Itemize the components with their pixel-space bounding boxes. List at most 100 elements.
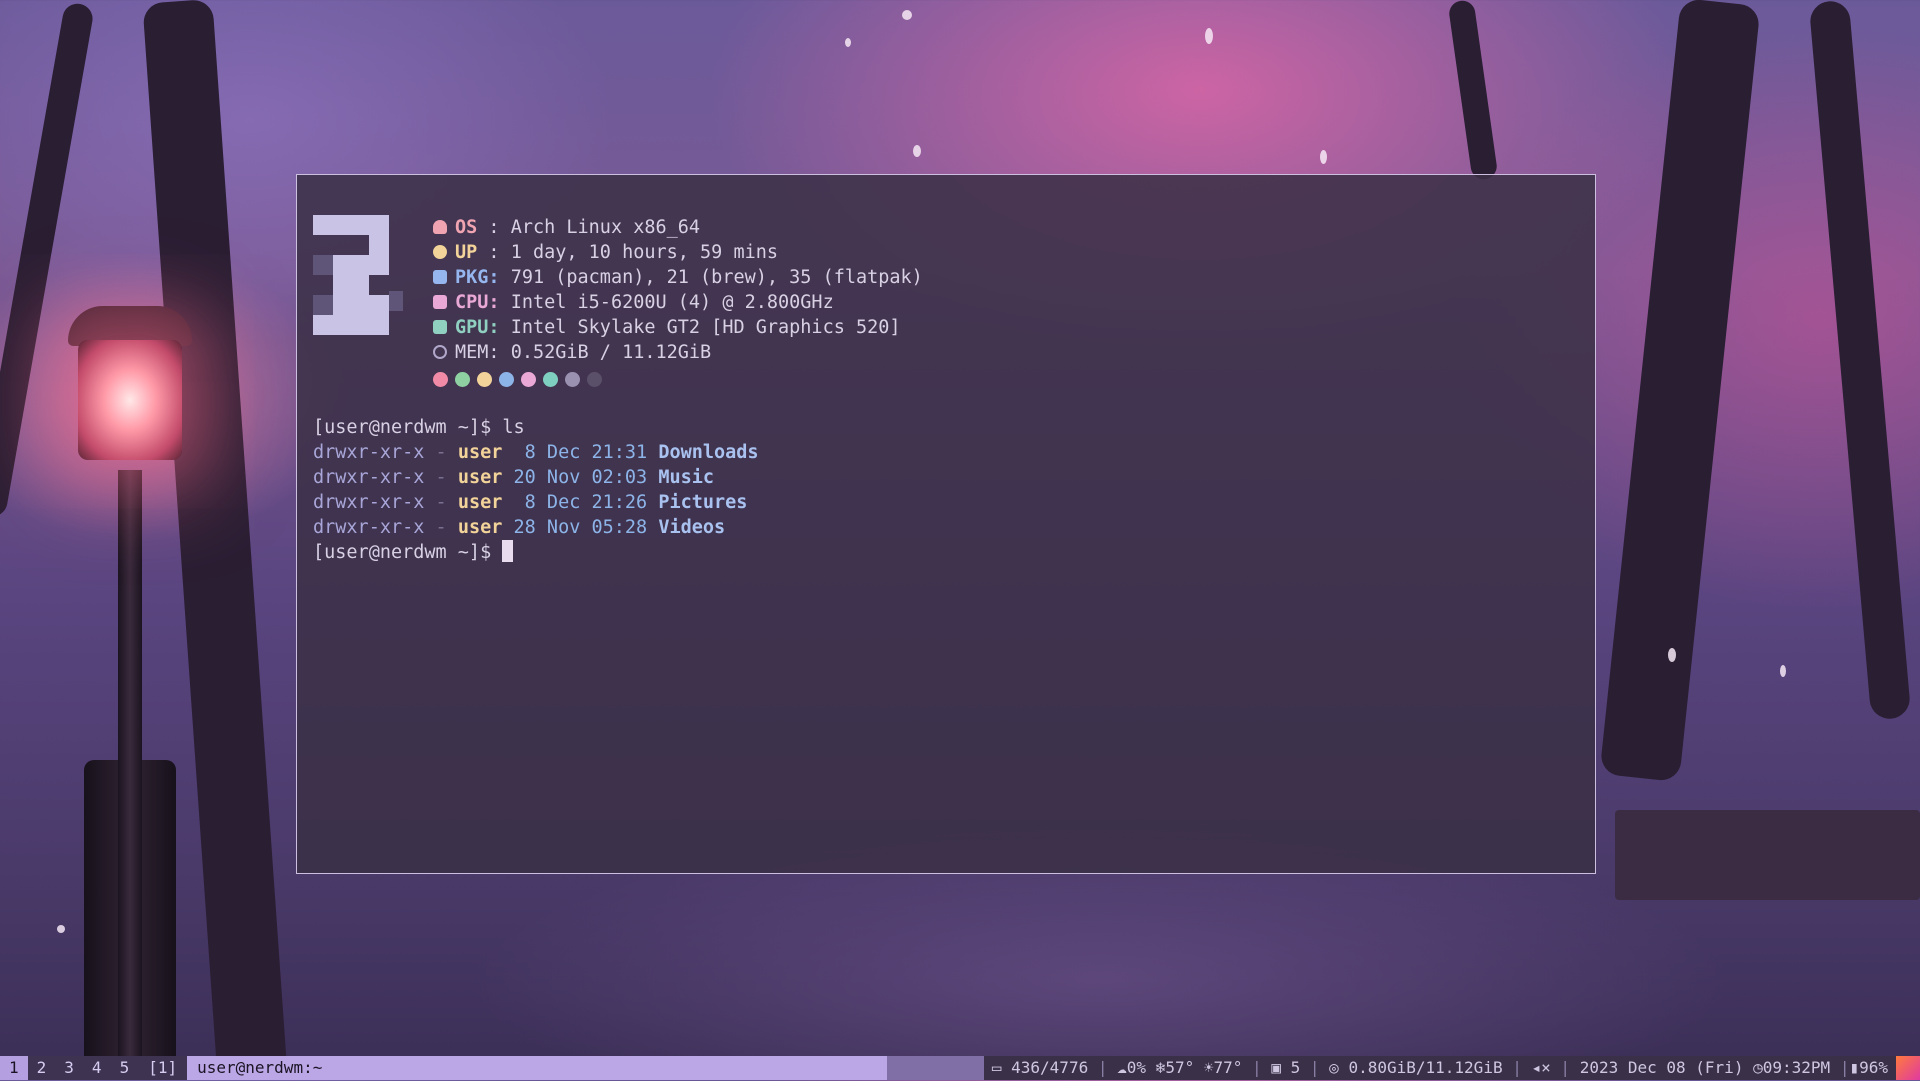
- volume-muted-icon[interactable]: ◂×: [1532, 1058, 1551, 1077]
- tree-trunk-right: [1599, 0, 1761, 783]
- ls-owner: user: [457, 492, 503, 513]
- ls-perm: drwxr-xr-x: [313, 467, 425, 488]
- ls-row: drwxr-xr-x - user 8 Dec 21:31 Downloads: [313, 440, 759, 465]
- date: 2023 Dec 08 (Fri): [1579, 1058, 1744, 1077]
- update-count: 5: [1290, 1058, 1301, 1077]
- info-uptime: UP : 1 day, 10 hours, 59 mins: [433, 240, 923, 265]
- snowflake: [57, 925, 65, 933]
- tree-trunk-right-2: [1808, 0, 1912, 721]
- ls-sep: -: [435, 517, 447, 538]
- info-mem: MEM: 0.52GiB / 11.12GiB: [433, 340, 923, 365]
- arch-icon: [433, 220, 447, 234]
- info-cpu-value: Intel i5-6200U (4) @ 2.800GHz: [510, 292, 834, 313]
- ls-perm: drwxr-xr-x: [313, 517, 425, 538]
- info-os: OS : Arch Linux x86_64: [433, 215, 923, 240]
- info-mem-value: 0.52GiB / 11.12GiB: [510, 342, 712, 363]
- battery-icon: ▮: [1849, 1058, 1860, 1077]
- snowflake: [913, 145, 921, 157]
- monitor-icon: ▭: [991, 1058, 1002, 1077]
- package-icon: [433, 270, 447, 284]
- prompt-line[interactable]: [user@nerdwm ~]$: [313, 540, 759, 565]
- snowflake: [1205, 28, 1213, 44]
- info-os-key: OS: [455, 217, 478, 238]
- memory-usage: 0.80GiB/11.12GiB: [1348, 1058, 1503, 1077]
- status-modules: ▭ 436/4776 | ☁0% ❄57° ☀77° | ▣ 5 | ◎ 0.8…: [983, 1056, 1896, 1080]
- distro-logo: [313, 215, 403, 355]
- ls-perm: drwxr-xr-x: [313, 492, 425, 513]
- ls-row: drwxr-xr-x - user 28 Nov 05:28 Videos: [313, 515, 759, 540]
- gpu-icon: [433, 320, 447, 334]
- workspace-3[interactable]: 3: [55, 1056, 83, 1080]
- command-line: [user@nerdwm ~]$ ls: [313, 415, 759, 440]
- info-pkg: PKG: 791 (pacman), 21 (brew), 35 (flatpa…: [433, 265, 923, 290]
- clock-icon: [433, 245, 447, 259]
- info-gpu-key: GPU:: [455, 317, 500, 338]
- status-bar: 1 2 3 4 5 [1] user@nerdwm:~ ▭ 436/4776 |…: [0, 1056, 1920, 1080]
- package-icon: ▣: [1271, 1058, 1281, 1077]
- swatch: [477, 372, 492, 387]
- cloud-icon: ☁: [1117, 1058, 1127, 1077]
- info-mem-key: MEM:: [455, 342, 500, 363]
- snowflake: [845, 38, 851, 47]
- prompt: [user@nerdwm ~]$: [313, 542, 503, 563]
- color-swatches: [433, 369, 923, 391]
- ls-row: drwxr-xr-x - user 8 Dec 21:26 Pictures: [313, 490, 759, 515]
- ls-date: 20 Nov 02:03: [513, 467, 648, 488]
- ls-date: 28 Nov 05:28: [513, 517, 648, 538]
- swatch: [433, 372, 448, 387]
- system-info: OS : Arch Linux x86_64 UP : 1 day, 10 ho…: [433, 215, 923, 391]
- swatch: [521, 372, 536, 387]
- workspace-4[interactable]: 4: [82, 1056, 111, 1080]
- temp-high: 77°: [1213, 1058, 1243, 1077]
- swatch: [565, 372, 580, 387]
- swatch: [587, 372, 602, 387]
- tree-trunk-top: [1447, 0, 1499, 181]
- ls-sep: -: [435, 467, 447, 488]
- info-gpu-value: Intel Skylake GT2 [HD Graphics 520]: [510, 317, 901, 338]
- workspace-1[interactable]: 1: [0, 1056, 28, 1080]
- info-cpu: CPU: Intel i5-6200U (4) @ 2.800GHz: [433, 290, 923, 315]
- prompt: [user@nerdwm ~]$: [313, 417, 503, 438]
- lamp-post: [118, 470, 142, 1070]
- cpu-icon: [433, 295, 447, 309]
- text-cursor: [502, 540, 514, 562]
- sun-icon: ☀: [1203, 1058, 1214, 1077]
- swatch: [543, 372, 558, 387]
- info-gpu: GPU: Intel Skylake GT2 [HD Graphics 520]: [433, 315, 923, 340]
- snowflake: [1780, 665, 1786, 677]
- memory-icon: ◎: [1329, 1058, 1339, 1077]
- battery-level: 96%: [1859, 1058, 1888, 1077]
- ls-name: Pictures: [658, 492, 748, 513]
- ls-date: 8 Dec 21:31: [513, 442, 648, 463]
- workspace-list: 1 2 3 4 5 [1]: [0, 1056, 188, 1080]
- ls-owner: user: [457, 442, 503, 463]
- info-up-value: 1 day, 10 hours, 59 mins: [510, 242, 779, 263]
- layout-indicator[interactable]: [1]: [138, 1056, 188, 1080]
- ls-name: Music: [658, 467, 715, 488]
- railing-right: [1615, 810, 1920, 900]
- ls-sep: -: [435, 492, 447, 513]
- snowflake: [902, 10, 912, 20]
- brand-icon[interactable]: [1896, 1056, 1920, 1080]
- info-up-key: UP: [455, 242, 478, 263]
- swatch: [455, 372, 470, 387]
- ls-perm: drwxr-xr-x: [313, 442, 425, 463]
- snowflake-icon: ❄: [1155, 1058, 1166, 1077]
- time: 09:32PM: [1762, 1058, 1831, 1077]
- ls-owner: user: [457, 517, 503, 538]
- ls-row: drwxr-xr-x - user 20 Nov 02:03 Music: [313, 465, 759, 490]
- temp-low: 57°: [1165, 1058, 1195, 1077]
- ls-name: Videos: [658, 517, 726, 538]
- snowflake: [1320, 150, 1327, 164]
- workspace-2[interactable]: 2: [27, 1056, 56, 1080]
- terminal-window[interactable]: OS : Arch Linux x86_64 UP : 1 day, 10 ho…: [296, 174, 1596, 874]
- info-pkg-key: PKG:: [455, 267, 500, 288]
- rain-chance: 0%: [1126, 1058, 1147, 1077]
- memory-icon: [433, 345, 447, 359]
- info-cpu-key: CPU:: [455, 292, 500, 313]
- workspace-5[interactable]: 5: [110, 1056, 139, 1080]
- info-os-value: Arch Linux x86_64: [510, 217, 701, 238]
- clock-icon: ◷: [1753, 1058, 1763, 1077]
- swatch: [499, 372, 514, 387]
- ls-name: Downloads: [658, 442, 759, 463]
